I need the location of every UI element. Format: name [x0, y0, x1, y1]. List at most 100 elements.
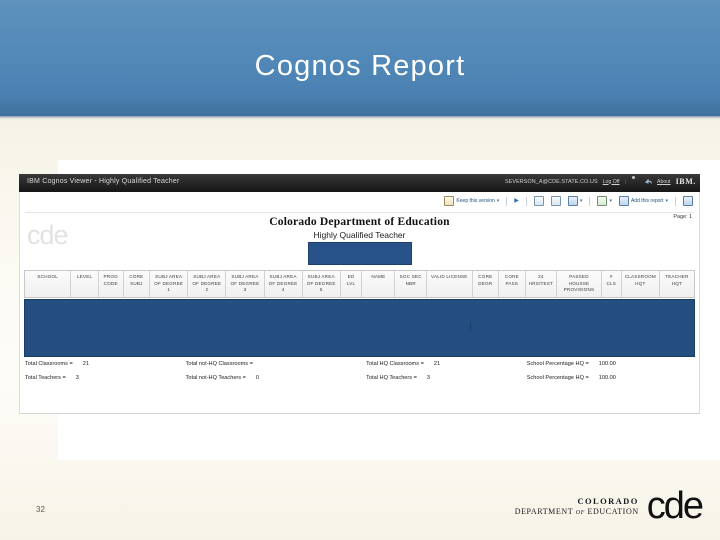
cognos-screenshot: IBM Cognos Viewer - Highly Qualified Tea… — [19, 174, 700, 414]
chevron-down-icon: ▾ — [609, 198, 612, 204]
summary-row: Total Classrooms = 21 Total not-HQ Classro… — [25, 361, 694, 375]
table-column-header: TEACHER HQT — [660, 271, 694, 297]
summary-label: Total not-HQ Teachers = — [185, 375, 246, 381]
table-column-header: # CLS — [602, 271, 622, 297]
summary-label: Total not-HQ Classrooms = — [185, 361, 253, 367]
column-header-line: CODE — [103, 280, 118, 286]
column-header-line: OF DEGREE — [154, 280, 184, 286]
toolbar-divider — [506, 196, 508, 206]
cognos-titlebar: IBM Cognos Viewer - Highly Qualified Tea… — [19, 174, 700, 192]
pdf-output-button[interactable] — [549, 195, 563, 207]
html-icon — [533, 196, 544, 206]
column-header-line: OF DEGREE — [268, 280, 298, 286]
cognos-titlebar-actions: SEVERSON_A@CDE.STATE.CO.US Log Off | Abo… — [505, 177, 696, 186]
view-icon — [683, 196, 693, 206]
header-rule — [25, 212, 694, 213]
user-account-label: SEVERSON_A@CDE.STATE.CO.US — [505, 178, 598, 185]
table-column-header: SUBJ AREA OF DEGREE 1 — [150, 271, 189, 297]
summary-label: Total HQ Classrooms = — [366, 361, 424, 367]
email-icon — [597, 196, 608, 206]
column-header-line: OF DEGREE — [306, 280, 336, 286]
summary-value: 100.00 — [598, 361, 616, 367]
add-this-report-button[interactable]: Add this report ▾ — [617, 195, 670, 207]
column-header-line: CLS — [606, 280, 617, 286]
column-header-line: HOUSSE — [568, 280, 590, 286]
table-column-header: SUBJ AREA OF DEGREE 3 — [226, 271, 265, 297]
toolbar-divider — [675, 196, 676, 206]
table-header-row: SCHOOL LEVEL PROG CODE CORE SUBJ SUBJ AREA OF D… — [24, 270, 695, 298]
ibm-logo: IBM. — [675, 177, 696, 186]
column-header-line: LVL — [346, 280, 356, 286]
column-header-line: SUBJ — [130, 280, 143, 286]
chevron-down-icon: ▾ — [579, 198, 583, 204]
summary-cell: Total Teachers = 3 — [25, 375, 186, 381]
summary-cell: Total not-HQ Classrooms = — [186, 361, 367, 367]
column-header-line: 5 — [319, 287, 323, 293]
summary-cell: School Percentage HQ = 100.00 — [527, 361, 694, 367]
run-report-button[interactable]: ▶ — [512, 197, 521, 205]
table-column-header: SOC SEC NBR — [395, 271, 427, 297]
column-header-line: CORE — [129, 274, 144, 279]
html-output-button[interactable] — [532, 195, 546, 207]
report-name: Highly Qualified Teacher — [313, 230, 406, 240]
column-header-line: 24 — [538, 274, 544, 279]
summary-label: School Percentage HQ = — [526, 361, 589, 367]
person-icon[interactable] — [631, 177, 639, 186]
table-column-header: CORE SUBJ — [124, 271, 151, 297]
summary-row: Total Teachers = 3 Total not-HQ Teachers =… — [25, 375, 694, 389]
table-column-header: PASSED HOUSSE PROVISIONS — [557, 271, 602, 297]
column-header-line: CORE — [478, 274, 493, 279]
column-header-line: ED — [347, 274, 355, 279]
summary-cell: Total Classrooms = 21 — [25, 361, 186, 367]
summary-value: 3 — [426, 375, 431, 381]
chevron-down-icon: ▾ — [496, 198, 500, 204]
export-format-button[interactable]: ▾ — [566, 195, 585, 207]
column-header-line: 1 — [167, 287, 171, 293]
toolbar-divider — [525, 196, 527, 206]
table-column-header: PROG CODE — [99, 271, 124, 297]
slide-page-number: 32 — [36, 505, 45, 514]
footer-agency-text: COLORADO DEPARTMENT of EDUCATION — [515, 496, 639, 517]
table-column-header: CLASSROOM HQT — [622, 271, 660, 297]
column-header-line: PASSED — [569, 274, 589, 279]
export-icon — [567, 196, 578, 206]
about-link[interactable]: About — [657, 179, 671, 185]
toolbar-divider — [589, 196, 591, 206]
column-header-line: # — [609, 274, 613, 279]
column-header-line: SUBJ AREA — [231, 274, 259, 279]
footer-department-post: EDUCATION — [587, 506, 639, 516]
column-header-line: DEGR — [478, 280, 493, 286]
footer-department-pre: DEPARTMENT — [514, 506, 574, 516]
column-header-line: LEVEL — [76, 274, 93, 279]
titlebar-separator: | — [624, 178, 627, 185]
summary-label: Total Teachers = — [25, 375, 66, 381]
add-this-report-label: Add this report — [630, 198, 664, 204]
report-view-button[interactable] — [681, 195, 695, 207]
summary-value: 21 — [433, 361, 441, 367]
column-header-line: PROVISIONS — [563, 287, 595, 293]
column-header-line: HRS/TEST — [528, 280, 553, 286]
summary-value: 21 — [82, 361, 89, 367]
log-off-link[interactable]: Log Off — [603, 179, 620, 185]
column-header-line: PASS — [505, 280, 519, 286]
report-agency-title: Colorado Department of Education — [269, 216, 450, 228]
column-header-line: VALID LICENSE — [431, 274, 468, 279]
pdf-icon — [550, 196, 561, 206]
cognos-toolbar: Keep this version ▾ ▶ ▾ ▾ Add this repor… — [442, 195, 695, 207]
column-header-line: TEACHER — [665, 274, 689, 279]
summary-value: 0 — [255, 375, 260, 381]
email-report-button[interactable]: ▾ — [595, 195, 614, 207]
footer-department-label: DEPARTMENT of EDUCATION — [515, 507, 639, 517]
play-icon: ▶ — [514, 198, 519, 204]
keep-this-version-button[interactable]: Keep this version ▾ — [442, 195, 501, 207]
summary-label: School Percentage HQ = — [526, 375, 589, 381]
column-header-line: SOC SEC — [399, 274, 422, 279]
add-report-icon — [618, 196, 629, 206]
footer-colorado-label: COLORADO — [577, 496, 639, 507]
table-column-header: VALID LICENSE — [427, 271, 473, 297]
summary-value: 3 — [75, 375, 79, 381]
column-header-line: SUBJ AREA — [155, 274, 183, 279]
back-arrow-icon[interactable] — [644, 177, 653, 186]
column-header-line: CORE — [504, 274, 519, 279]
footer-branding: COLORADO DEPARTMENT of EDUCATION cde — [515, 487, 704, 525]
